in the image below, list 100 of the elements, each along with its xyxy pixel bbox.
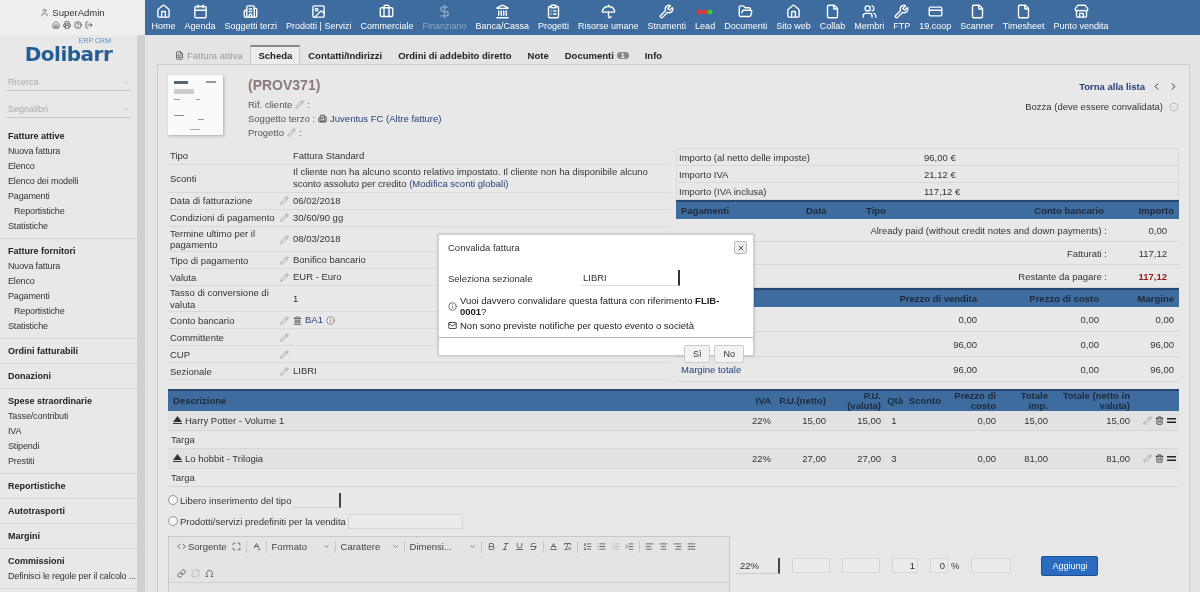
menu-item[interactable]: Nuova fattura (0, 143, 137, 158)
summary-label: Already paid (without credit notes and down payments) : (869, 225, 1108, 236)
summary-value: 117,12 (1137, 248, 1168, 259)
column-header: Pagamenti (680, 205, 731, 216)
edit-discounts-link[interactable]: (Modifica sconti globali) (409, 178, 509, 190)
margin-value: 0,00 (1079, 314, 1100, 325)
field-value: 30/60/90 gg (293, 211, 344, 224)
discount-field[interactable]: 0 (930, 558, 948, 574)
nav-item[interactable]: Banca/Cassa (471, 0, 534, 35)
vat-select[interactable]: 22% (736, 557, 780, 574)
third-party-link[interactable]: Juventus FC (Altre fatture) (330, 113, 442, 124)
source-button[interactable]: Sorgente (177, 541, 227, 553)
tab[interactable]: Ordini di addebito diretto (390, 46, 520, 64)
menu-section[interactable]: Reportistiche (0, 479, 137, 493)
field-value: Fattura Standard (293, 149, 365, 163)
yes-button[interactable]: Sì (683, 345, 711, 363)
menu-item[interactable]: Statistiche (0, 318, 137, 333)
nav-item[interactable]: Commerciale (355, 0, 418, 35)
nav-item[interactable]: 19.coop (914, 0, 956, 35)
menu-section[interactable]: Spese straordinarie (0, 394, 137, 408)
column-header: Totale imp. (1019, 391, 1049, 411)
table-cell-text: 1 (890, 414, 898, 426)
nav-item[interactable]: Progetti (533, 0, 574, 35)
tab[interactable]: Note (519, 46, 557, 64)
journal-select[interactable]: LIBRI (580, 270, 680, 286)
menu-item[interactable]: Nuova fattura (0, 258, 137, 273)
menu-item[interactable]: Reportistiche (0, 203, 137, 218)
field-label: Sconti (169, 172, 198, 185)
menu-section[interactable]: Fatture fornitori (0, 244, 137, 258)
column-header: P.U. (valuta) (846, 391, 882, 411)
menu-item[interactable]: Elenco (0, 158, 137, 173)
menu-section[interactable]: Commissioni (0, 554, 137, 568)
menu-item[interactable]: Stipendi (0, 438, 137, 453)
field-separator: : (307, 99, 310, 110)
nav-item[interactable]: Sito web (771, 0, 816, 35)
table-cell-text: 0,00 (976, 414, 997, 426)
tab[interactable]: Info (636, 46, 671, 64)
nav-item[interactable]: Membri (849, 0, 889, 35)
tab[interactable]: Scheda (250, 45, 301, 64)
menu-item[interactable]: Elenco (0, 273, 137, 288)
nav-item[interactable]: Timesheet (998, 0, 1049, 35)
menu-section[interactable]: Ordini fatturabili (0, 344, 137, 358)
menu-item[interactable]: Pagamenti (0, 188, 137, 203)
format-dropdown[interactable]: Dimensi... (409, 541, 476, 553)
field-value: 06/02/2018 (293, 194, 341, 207)
menu-item[interactable]: Reportistiche (0, 303, 137, 318)
menu-item[interactable]: Statistiche (0, 218, 137, 233)
nav-item[interactable]: Documenti (719, 0, 772, 35)
table-cell-text: 15,00 (856, 414, 882, 426)
menu-item[interactable]: IVA (0, 423, 137, 438)
quantity-field[interactable]: 1 (892, 558, 918, 574)
nav-item[interactable]: Punto vendita (1049, 0, 1114, 35)
menu-section[interactable]: Margini (0, 529, 137, 543)
bank-account-link[interactable]: BA1 (305, 314, 323, 327)
menu-section[interactable]: Donazioni (0, 369, 137, 383)
menu-item[interactable]: Pagamenti (0, 288, 137, 303)
format-dropdown[interactable]: Formato (271, 541, 330, 553)
amount-label: Importo (IVA inclusa) (679, 185, 768, 197)
line-note: Targa (171, 471, 195, 483)
nav-item[interactable]: Agenda (180, 0, 221, 35)
nav-item[interactable]: FTP (888, 0, 915, 35)
nav-item[interactable]: Prodotti | Servizi (281, 0, 356, 35)
nav-item[interactable]: Lead (690, 0, 720, 35)
menu-item[interactable]: Definisci le regole per il calcolo ... (0, 568, 137, 583)
table-cell-text: 15,00 (1105, 414, 1131, 426)
line-note: Targa (171, 433, 195, 445)
table-cell-text: 81,00 (1023, 452, 1049, 464)
option-label: Prodotti/servizi predefiniti per la vendita (180, 515, 346, 527)
amount-value: 96,00 € (924, 151, 957, 163)
no-button[interactable]: No (714, 345, 744, 363)
option-label: Libero inserimento del tipo (180, 494, 292, 506)
add-button[interactable]: Aggiungi (1041, 555, 1099, 576)
summary-value: 117,12 (1137, 271, 1168, 282)
back-to-list-link[interactable]: Torna alla lista (1079, 81, 1145, 92)
margin-label: Margine totale (680, 364, 743, 375)
nav-item[interactable]: Strumenti (643, 0, 691, 35)
nav-item[interactable]: Risorse umane (573, 0, 644, 35)
menu-item[interactable]: Elenco dei modelli (0, 173, 137, 188)
field-value: LIBRI (293, 365, 317, 378)
menu-item[interactable]: Tasse/contributi (0, 408, 137, 423)
menu-item[interactable]: Prestiti (0, 453, 137, 468)
table-cell-text: 0,00 (976, 452, 997, 464)
column-header: Sconto (907, 396, 942, 406)
table-cell-text: 81,00 (1105, 452, 1131, 464)
user-name: SuperAdmin (52, 6, 105, 18)
margin-value: 0,00 (1154, 314, 1175, 325)
line-description: Harry Potter - Volume 1 (185, 414, 285, 426)
nav-item[interactable]: Collab (815, 0, 850, 35)
menu-section[interactable]: Fatture attive (0, 129, 137, 143)
menu-section[interactable]: Autotrasporti (0, 504, 137, 518)
nav-item[interactable]: Home (147, 0, 180, 35)
tab[interactable]: Contatti/Indirizzi (300, 46, 391, 64)
field-label: Committente (169, 331, 225, 343)
nav-item[interactable]: Soggetti terzi (220, 0, 282, 35)
column-header: P.U.(netto) (778, 396, 827, 406)
line-description: Lo hobbit - Trilogia (185, 452, 264, 464)
nav-item[interactable]: Scanner (955, 0, 999, 35)
format-dropdown[interactable]: Carattere (340, 541, 399, 553)
amount-label: Importo IVA (679, 168, 730, 180)
column-header: Prezzo di costo (953, 391, 997, 411)
